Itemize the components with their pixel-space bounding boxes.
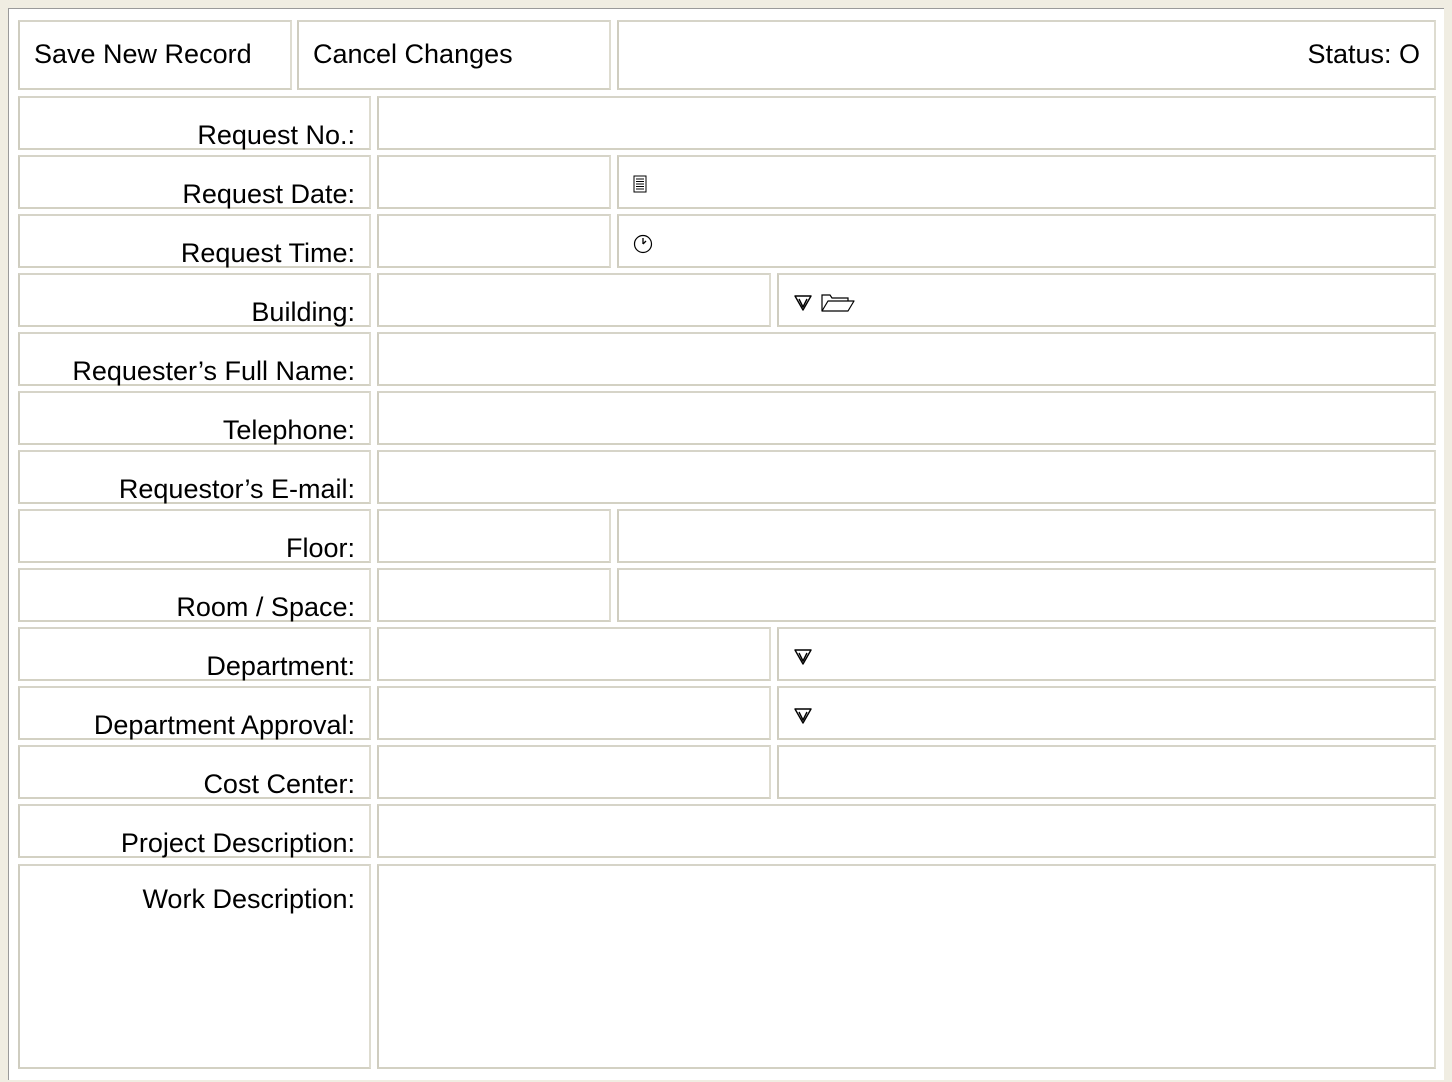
requester-name-label: Requester’s Full Name: <box>18 332 371 386</box>
email-label: Requestor’s E-mail: <box>18 450 371 504</box>
request-date-input[interactable] <box>379 157 609 207</box>
request-no-input[interactable] <box>379 98 1434 148</box>
save-new-record-button[interactable]: Save New Record <box>18 20 292 90</box>
department-label: Department: <box>18 627 371 681</box>
department-approval-label: Department Approval: <box>18 686 371 740</box>
request-date-field[interactable] <box>377 155 611 209</box>
telephone-input[interactable] <box>379 393 1434 443</box>
request-date-picker-cell <box>617 155 1436 209</box>
floor-input[interactable] <box>379 511 609 561</box>
department-approval-actions-cell <box>777 686 1436 740</box>
work-request-form: Save New Record Cancel Changes Status: O… <box>8 8 1444 1080</box>
cost-center-field[interactable] <box>377 745 771 799</box>
room-field[interactable] <box>377 568 611 622</box>
request-time-field[interactable] <box>377 214 611 268</box>
work-description-textarea[interactable] <box>379 866 1434 1067</box>
calendar-icon[interactable] <box>633 175 647 193</box>
clock-icon[interactable] <box>633 234 653 254</box>
cancel-changes-label: Cancel Changes <box>313 39 513 69</box>
floor-label: Floor: <box>18 509 371 563</box>
department-actions-cell <box>777 627 1436 681</box>
request-no-label: Request No.: <box>18 96 371 150</box>
department-field[interactable] <box>377 627 771 681</box>
status-cell: Status: O <box>617 20 1436 90</box>
building-field[interactable] <box>377 273 771 327</box>
department-approval-field[interactable] <box>377 686 771 740</box>
request-date-label: Request Date: <box>18 155 371 209</box>
floor-description-cell <box>617 509 1436 563</box>
cost-center-input[interactable] <box>379 747 769 797</box>
building-input[interactable] <box>379 275 769 325</box>
email-input[interactable] <box>379 452 1434 502</box>
folder-icon[interactable] <box>821 293 855 313</box>
select-arrow-icon[interactable] <box>793 706 813 726</box>
telephone-field[interactable] <box>377 391 1436 445</box>
select-arrow-icon[interactable] <box>793 293 813 313</box>
request-time-input[interactable] <box>379 216 609 266</box>
save-new-record-label: Save New Record <box>34 39 252 69</box>
work-description-label: Work Description: <box>18 864 371 1069</box>
select-arrow-icon[interactable] <box>793 647 813 667</box>
project-description-label: Project Description: <box>18 804 371 858</box>
project-description-input[interactable] <box>379 806 1434 856</box>
building-actions-cell <box>777 273 1436 327</box>
project-description-field[interactable] <box>377 804 1436 858</box>
status-text: Status: O <box>1307 39 1420 69</box>
cost-center-description-cell <box>777 745 1436 799</box>
request-no-field[interactable] <box>377 96 1436 150</box>
telephone-label: Telephone: <box>18 391 371 445</box>
room-input[interactable] <box>379 570 609 620</box>
request-time-label: Request Time: <box>18 214 371 268</box>
email-field[interactable] <box>377 450 1436 504</box>
department-input[interactable] <box>379 629 769 679</box>
floor-field[interactable] <box>377 509 611 563</box>
room-label: Room / Space: <box>18 568 371 622</box>
cancel-changes-button[interactable]: Cancel Changes <box>297 20 611 90</box>
department-approval-input[interactable] <box>379 688 769 738</box>
cost-center-label: Cost Center: <box>18 745 371 799</box>
request-time-picker-cell <box>617 214 1436 268</box>
building-label: Building: <box>18 273 371 327</box>
work-description-field[interactable] <box>377 864 1436 1069</box>
requester-name-field[interactable] <box>377 332 1436 386</box>
requester-name-input[interactable] <box>379 334 1434 384</box>
room-description-cell <box>617 568 1436 622</box>
